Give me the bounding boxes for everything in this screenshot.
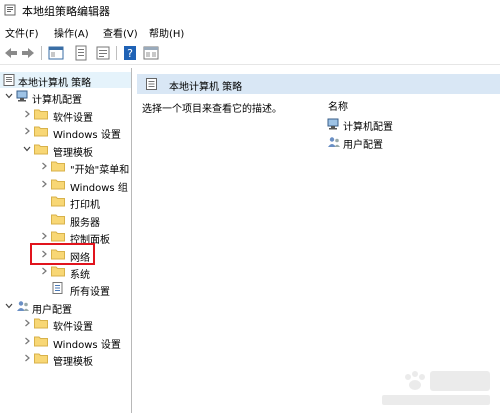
- computer-icon: [327, 118, 339, 130]
- folder-icon: [34, 336, 48, 347]
- title-bar: 本地组策略编辑器: [0, 0, 500, 20]
- list-item-label: 计算机配置: [343, 122, 393, 133]
- window-title: 本地组策略编辑器: [22, 5, 110, 18]
- tree-item-start-menu[interactable]: "开始"菜单和: [39, 159, 131, 176]
- tree-item-windows-components[interactable]: Windows 组: [39, 177, 131, 194]
- toolbar-separator: [116, 46, 117, 60]
- users-icon: [328, 137, 340, 147]
- list-item-label: 用户配置: [343, 140, 383, 151]
- menu-action[interactable]: 操作(A): [54, 25, 89, 40]
- tree-item-label: 打印机: [70, 200, 100, 211]
- chevron-right-icon[interactable]: [39, 231, 49, 241]
- tree-item-label: Windows 组: [70, 183, 128, 194]
- toolbar-separator: [41, 46, 42, 60]
- tree-item-user-admin-templates[interactable]: 管理模板: [22, 351, 130, 368]
- chevron-down-icon[interactable]: [4, 91, 14, 101]
- tree-item-user-software-settings[interactable]: 软件设置: [22, 316, 130, 333]
- console-tree: 本地计算机 策略 计算机配置 软件设置 Windows 设置 管理模板 "开始"…: [0, 68, 132, 413]
- tree-item-label: 软件设置: [53, 113, 93, 124]
- chevron-right-icon[interactable]: [39, 161, 49, 171]
- highlight-box: [30, 243, 95, 265]
- details-pane: 本地计算机 策略 选择一个项目来查看它的描述。 名称 计算机配置 用户配置: [137, 68, 500, 413]
- chevron-right-icon[interactable]: [22, 336, 32, 346]
- users-icon: [17, 301, 29, 311]
- forward-arrow-icon[interactable]: [20, 45, 36, 61]
- details-header-title: 本地计算机 策略: [169, 82, 243, 93]
- properties-icon[interactable]: [73, 45, 89, 61]
- menu-file[interactable]: 文件(F): [5, 25, 39, 40]
- tree-item-all-settings[interactable]: 所有设置: [39, 281, 131, 298]
- tree-item-windows-settings[interactable]: Windows 设置: [22, 124, 130, 141]
- tree-item-label: 所有设置: [70, 287, 110, 298]
- baidu-jingyan-watermark-logo: [382, 371, 490, 405]
- tree-item-server[interactable]: 服务器: [39, 212, 131, 229]
- chevron-down-icon[interactable]: [22, 144, 32, 154]
- menu-help[interactable]: 帮助(H): [149, 25, 184, 40]
- tree-item-label: 软件设置: [53, 322, 93, 333]
- folder-icon: [51, 179, 65, 190]
- folder-icon: [34, 109, 48, 120]
- tree-item-software-settings[interactable]: 软件设置: [22, 107, 130, 124]
- folder-icon: [34, 318, 48, 329]
- export-list-icon[interactable]: [95, 45, 111, 61]
- computer-icon: [16, 90, 28, 102]
- folder-icon: [51, 161, 65, 172]
- menu-view[interactable]: 查看(V): [103, 25, 138, 40]
- chevron-right-icon[interactable]: [22, 353, 32, 363]
- list-item-user-config[interactable]: 用户配置: [327, 135, 427, 151]
- tree-item-system[interactable]: 系统: [39, 264, 131, 281]
- folder-icon: [51, 214, 65, 225]
- description-text: 选择一个项目来查看它的描述。: [142, 104, 282, 115]
- chevron-right-icon[interactable]: [39, 179, 49, 189]
- tree-item-label: 管理模板: [53, 357, 93, 368]
- tree-item-label: Windows 设置: [53, 130, 121, 141]
- toolbar: ?: [0, 42, 500, 65]
- tree-item-user-windows-settings[interactable]: Windows 设置: [22, 334, 130, 351]
- folder-icon: [51, 266, 65, 277]
- policy-document-icon: [3, 74, 15, 86]
- tree-item-printers[interactable]: 打印机: [39, 194, 131, 211]
- help-icon[interactable]: ?: [122, 45, 138, 61]
- folder-icon: [34, 353, 48, 364]
- tree-item-label: 系统: [70, 270, 90, 281]
- extended-view-icon[interactable]: [143, 45, 159, 61]
- details-header: 本地计算机 策略: [137, 74, 500, 94]
- folder-icon: [51, 196, 65, 207]
- tree-item-label: 服务器: [70, 218, 100, 229]
- tree-item-local-computer-policy[interactable]: 本地计算机 策略: [0, 72, 131, 89]
- chevron-right-icon[interactable]: [39, 266, 49, 276]
- tree-item-label: 本地计算机 策略: [18, 78, 92, 89]
- tree-item-computer-config[interactable]: 计算机配置: [4, 89, 130, 106]
- chevron-right-icon[interactable]: [22, 318, 32, 328]
- chevron-right-icon[interactable]: [22, 109, 32, 119]
- folder-icon: [34, 126, 48, 137]
- back-arrow-icon[interactable]: [3, 45, 19, 61]
- policy-editor-app-icon: [4, 4, 16, 16]
- list-item-computer-config[interactable]: 计算机配置: [327, 117, 427, 133]
- svg-text:?: ?: [127, 47, 133, 60]
- tree-item-label: "开始"菜单和: [70, 165, 130, 176]
- tree-item-admin-templates[interactable]: 管理模板: [22, 142, 130, 159]
- tree-item-label: 管理模板: [53, 148, 93, 159]
- tree-item-label: Windows 设置: [53, 340, 121, 351]
- policy-document-icon: [146, 78, 157, 90]
- tree-item-label: 用户配置: [32, 305, 72, 316]
- column-header-name[interactable]: 名称: [328, 98, 348, 113]
- tree-item-user-config[interactable]: 用户配置: [4, 299, 130, 316]
- folder-icon: [34, 144, 48, 155]
- menu-bar: 文件(F) 操作(A) 查看(V) 帮助(H): [0, 24, 500, 40]
- show-hide-tree-icon[interactable]: [48, 45, 64, 61]
- chevron-down-icon[interactable]: [4, 301, 14, 311]
- folder-icon: [51, 231, 65, 242]
- tree-item-label: 计算机配置: [32, 95, 82, 106]
- settings-list-icon: [52, 282, 63, 294]
- chevron-right-icon[interactable]: [22, 126, 32, 136]
